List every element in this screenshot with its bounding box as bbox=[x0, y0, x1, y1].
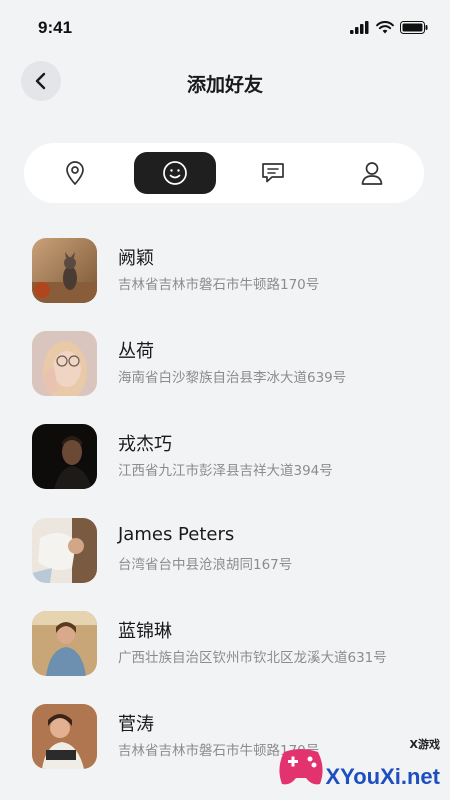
smiley-face-icon bbox=[163, 161, 187, 185]
tab-bar bbox=[24, 143, 424, 203]
avatar bbox=[32, 238, 97, 303]
avatar bbox=[32, 611, 97, 676]
friend-item[interactable]: 蓝锦琳 广西壮族自治区钦州市钦北区龙溪大道631号 bbox=[0, 603, 450, 676]
avatar bbox=[32, 704, 97, 769]
friend-item[interactable]: 丛荷 海南省白沙黎族自治县李冰大道639号 bbox=[0, 323, 450, 396]
friend-name: 菅涛 bbox=[118, 714, 154, 735]
location-pin-icon bbox=[66, 161, 84, 185]
friend-name: 丛荷 bbox=[118, 341, 154, 362]
friend-name: James Peters bbox=[118, 524, 235, 545]
status-icons bbox=[350, 21, 428, 34]
page-title: 添加好友 bbox=[186, 74, 263, 96]
watermark-tag: X游戏 bbox=[409, 738, 440, 751]
friend-name: 蓝锦琳 bbox=[118, 621, 172, 642]
friend-address: 台湾省台中县沧浪胡同167号 bbox=[118, 557, 293, 573]
friend-item[interactable]: James Peters 台湾省台中县沧浪胡同167号 bbox=[0, 510, 450, 583]
message-icon bbox=[262, 163, 284, 183]
wifi-icon bbox=[376, 21, 394, 34]
signal-icon bbox=[350, 21, 369, 34]
friend-name: 戎杰巧 bbox=[118, 434, 172, 455]
avatar bbox=[32, 331, 97, 396]
friend-address: 江西省九江市彭泽县吉祥大道394号 bbox=[118, 463, 333, 479]
friend-address: 海南省白沙黎族自治县李冰大道639号 bbox=[118, 370, 347, 386]
status-bar: 9:41 bbox=[0, 0, 450, 56]
tab-smiley[interactable] bbox=[134, 152, 216, 194]
tab-message[interactable] bbox=[232, 152, 314, 194]
tab-location[interactable] bbox=[34, 152, 116, 194]
friend-item[interactable]: 戎杰巧 江西省九江市彭泽县吉祥大道394号 bbox=[0, 416, 450, 489]
friend-item[interactable]: 阙颖 吉林省吉林市磐石市牛顿路170号 bbox=[0, 230, 450, 303]
avatar bbox=[32, 424, 97, 489]
tab-profile[interactable] bbox=[331, 152, 413, 194]
friend-address: 吉林省吉林市磐石市牛顿路170号 bbox=[118, 277, 320, 293]
battery-icon bbox=[400, 21, 428, 34]
watermark-text: XYouXi.net bbox=[325, 764, 441, 789]
person-icon bbox=[361, 162, 383, 185]
gamepad-logo-icon bbox=[279, 749, 323, 785]
friend-address: 广西壮族自治区钦州市钦北区龙溪大道631号 bbox=[118, 650, 387, 666]
friend-name: 阙颖 bbox=[118, 248, 154, 269]
header: 添加好友 bbox=[0, 56, 450, 108]
avatar bbox=[32, 518, 97, 583]
status-time: 9:41 bbox=[38, 18, 73, 37]
watermark: X游戏 XYouXi.net bbox=[272, 734, 444, 794]
